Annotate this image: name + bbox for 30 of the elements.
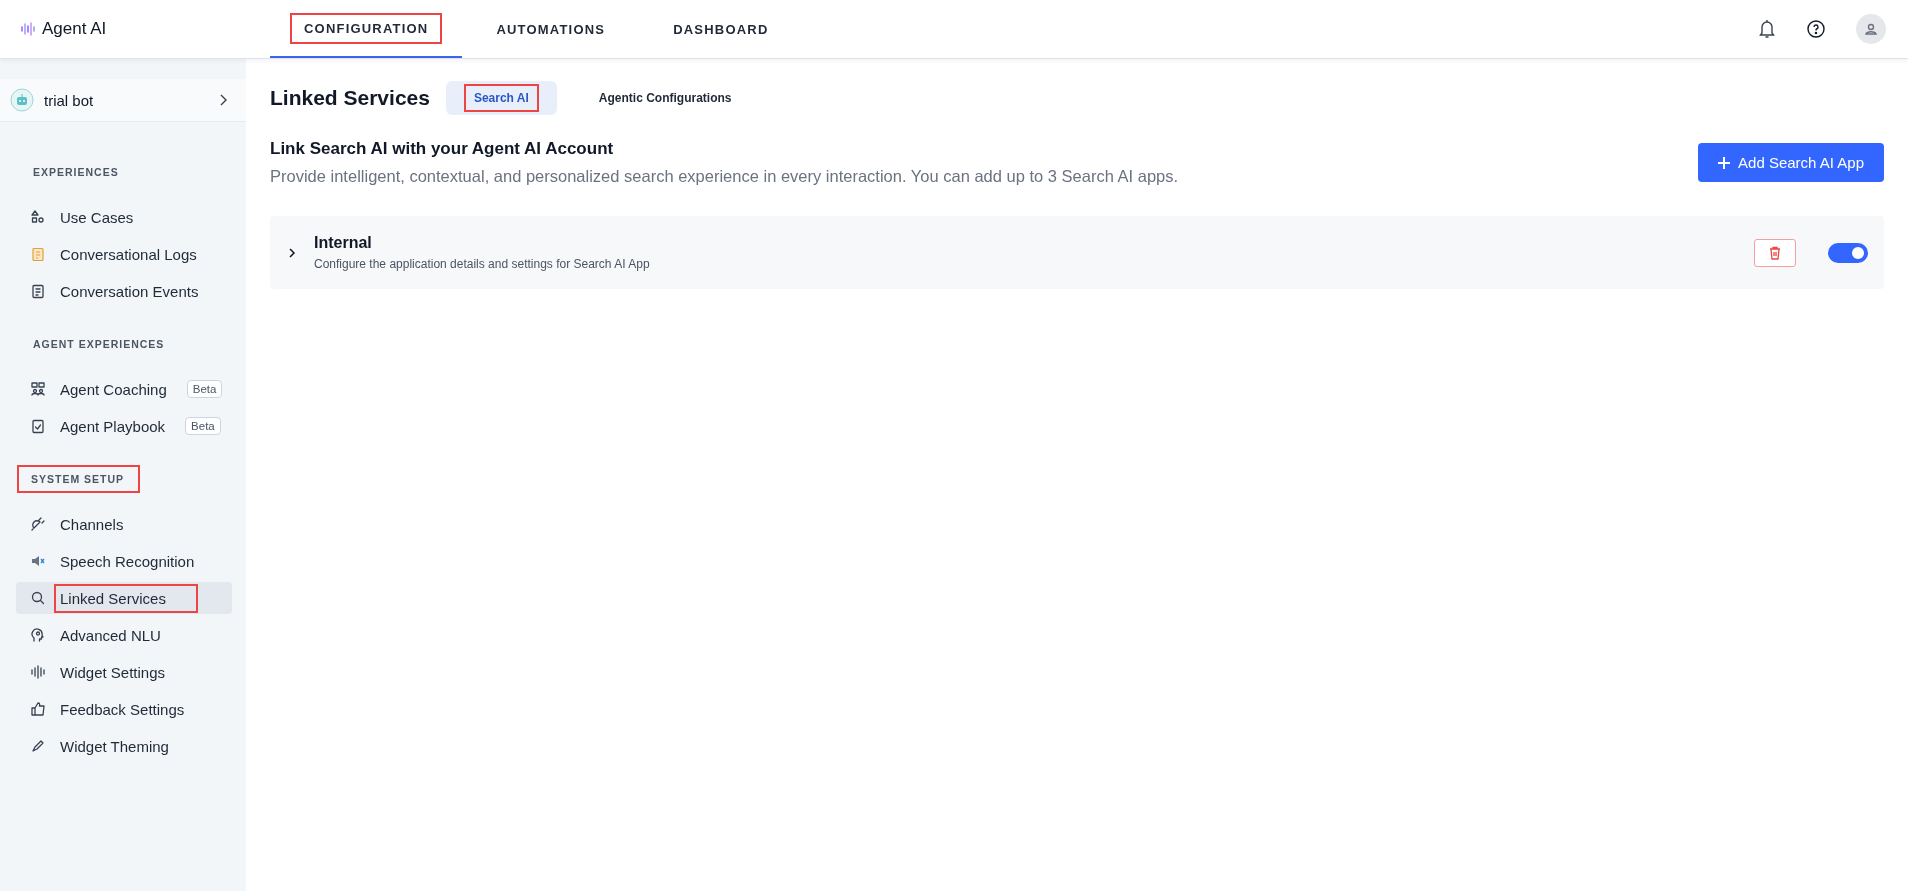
section-heading: SYSTEM SETUP bbox=[17, 465, 141, 493]
section-heading: EXPERIENCES bbox=[32, 165, 120, 180]
sidebar-item[interactable]: Channels bbox=[16, 508, 232, 540]
sidebar-item[interactable]: Agent Coaching Beta bbox=[16, 373, 232, 405]
sidebar-item[interactable]: Conversational Logs bbox=[16, 238, 232, 270]
app-name: Internal bbox=[314, 234, 373, 252]
section-description: Provide intelligent, contextual, and personalized search experience in every interaction. You can add up to 3 Search AI apps. bbox=[270, 167, 1179, 186]
sidebar-item[interactable]: Use Cases bbox=[16, 201, 232, 233]
beta-badge: Beta bbox=[186, 380, 223, 398]
sub-tab[interactable]: Search AI bbox=[445, 81, 557, 115]
sub-tab[interactable]: Agentic Configurations bbox=[570, 81, 760, 115]
add-app-button[interactable]: Add Search AI App bbox=[1698, 143, 1884, 182]
brand-name: Agent AI bbox=[42, 19, 107, 39]
nav-tab[interactable]: CONFIGURATION bbox=[270, 0, 463, 58]
nav-tab[interactable]: AUTOMATIONS bbox=[462, 0, 640, 58]
sidebar-item[interactable]: Agent Playbook Beta bbox=[16, 410, 232, 442]
sidebar-item[interactable]: Feedback Settings bbox=[16, 693, 232, 725]
sidebar-item[interactable]: Speech Recognition bbox=[16, 545, 232, 577]
beta-badge: Beta bbox=[185, 417, 221, 435]
section-heading: AGENT EXPERIENCES bbox=[32, 337, 166, 352]
sidebar-item[interactable]: Advanced NLU bbox=[16, 619, 232, 651]
sidebar-item[interactable]: Widget Theming bbox=[16, 730, 232, 762]
app-description: Configure the application details and settings for Search AI App bbox=[314, 257, 651, 271]
bot-selector[interactable]: trial bot bbox=[0, 79, 246, 122]
page-title: Linked Services bbox=[270, 86, 430, 110]
nav-tab[interactable]: DASHBOARD bbox=[639, 0, 803, 58]
sidebar-item[interactable]: Conversation Events bbox=[16, 275, 232, 307]
sidebar-item[interactable]: Linked Services bbox=[16, 582, 232, 614]
sidebar-item[interactable]: Widget Settings bbox=[16, 656, 232, 688]
section-heading: Link Search AI with your Agent AI Account bbox=[270, 139, 615, 159]
